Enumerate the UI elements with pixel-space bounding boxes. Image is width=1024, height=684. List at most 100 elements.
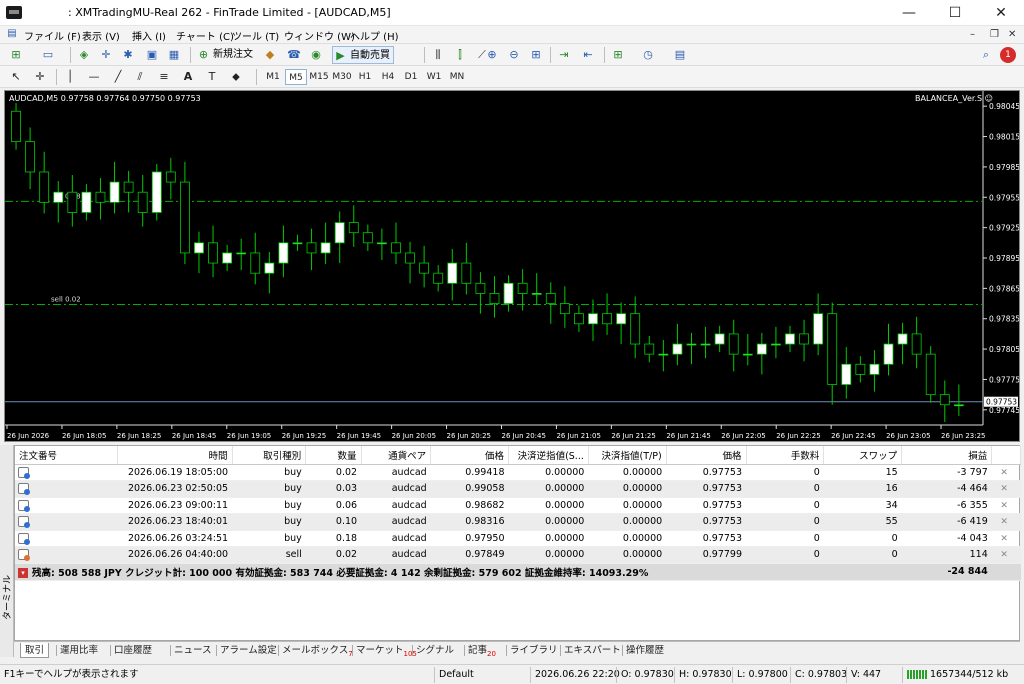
cursor-icon[interactable]: ↖: [8, 69, 24, 85]
mdi-close-button[interactable]: ✕: [1008, 29, 1016, 40]
templates-icon[interactable]: ▤: [672, 47, 688, 63]
col-header[interactable]: 価格: [430, 446, 509, 465]
auto-scroll-icon[interactable]: ⇥: [556, 47, 572, 63]
tab-7[interactable]: シグナル: [416, 643, 454, 658]
mdi-minimize-button[interactable]: –: [970, 29, 975, 40]
col-header[interactable]: 損益: [901, 446, 993, 465]
menu-window[interactable]: ウィンドウ (W): [284, 28, 355, 43]
table-row[interactable]: 2026.06.23 02:50:05 buy 0.03 audcad 0.99058 0…: [15, 480, 1021, 498]
market-watch-icon[interactable]: ◈: [76, 47, 92, 63]
col-header[interactable]: 手数料: [746, 446, 825, 465]
minimize-button[interactable]: —: [886, 0, 932, 26]
close-order-icon[interactable]: ✕: [1000, 468, 1008, 478]
search-icon[interactable]: ⌕: [978, 47, 994, 63]
vertical-line-icon[interactable]: │: [62, 69, 78, 85]
tab-3[interactable]: ニュース: [174, 643, 212, 658]
periods-icon[interactable]: ◷: [640, 47, 656, 63]
fibonacci-icon[interactable]: ≡: [156, 69, 172, 85]
text-tool-icon[interactable]: A: [180, 69, 196, 85]
timeframe-m15[interactable]: M15: [308, 69, 330, 85]
horizontal-line-icon[interactable]: —: [86, 69, 102, 85]
crosshair-icon[interactable]: ✛: [32, 69, 48, 85]
menu-chart[interactable]: チャート (C): [176, 28, 234, 43]
timeframe-h4[interactable]: H4: [377, 69, 399, 85]
col-header[interactable]: 時間: [117, 446, 233, 465]
col-header[interactable]: 決済指値(T/P): [588, 446, 667, 465]
timeframe-h1[interactable]: H1: [354, 69, 376, 85]
profiles-icon[interactable]: ▭: [40, 47, 56, 63]
menu-view[interactable]: 表示 (V): [82, 28, 120, 43]
tab-11[interactable]: 操作履歴: [626, 643, 664, 658]
table-row[interactable]: 2026.06.26 04:40:00 sell 0.02 audcad 0.97849…: [15, 546, 1021, 564]
col-header[interactable]: 決済逆指値(S...: [508, 446, 589, 465]
chart-shift-icon[interactable]: ⇤: [580, 47, 596, 63]
menu-insert[interactable]: 挿入 (I): [132, 28, 166, 43]
tab-0[interactable]: 取引: [20, 643, 50, 658]
tab-1[interactable]: 運用比率: [60, 643, 98, 658]
candlestick-icon[interactable]: ⫿: [452, 47, 468, 63]
metaeditor-icon[interactable]: ◆: [262, 47, 278, 63]
col-header[interactable]: 注文番号: [15, 446, 118, 465]
menu-help[interactable]: ヘルプ (H): [350, 28, 399, 43]
tester-icon[interactable]: ▦: [166, 47, 182, 63]
close-order-icon[interactable]: ✕: [1000, 550, 1008, 560]
price-chart[interactable]: 0.98045 0.98015 0.97985 0.97955 0.97925 0.978…: [5, 91, 1019, 441]
tab-10[interactable]: エキスパート: [564, 643, 621, 658]
timeframe-m1[interactable]: M1: [262, 69, 284, 85]
timeframe-mn[interactable]: MN: [446, 69, 468, 85]
bar-chart-icon[interactable]: ⫼: [430, 47, 446, 63]
close-order-icon[interactable]: ✕: [1000, 517, 1008, 527]
tab-2[interactable]: 口座履歴: [114, 643, 152, 658]
cell-swap: 15: [823, 464, 902, 481]
tile-windows-icon[interactable]: ⊞: [528, 47, 544, 63]
close-order-icon[interactable]: ✕: [1000, 534, 1008, 544]
timeframe-m30[interactable]: M30: [331, 69, 353, 85]
close-order-icon[interactable]: ✕: [1000, 501, 1008, 511]
signals-icon[interactable]: ☎: [286, 47, 302, 63]
label-tool-icon[interactable]: T: [204, 69, 220, 85]
table-row[interactable]: 2026.06.26 03:24:51 buy 0.18 audcad 0.97950 0…: [15, 530, 1021, 547]
chart-window-icon[interactable]: ▤: [4, 26, 20, 42]
data-window-icon[interactable]: ✛: [98, 47, 114, 63]
col-header[interactable]: 価格: [666, 446, 747, 465]
tab-separator: [278, 645, 279, 656]
timeframe-d1[interactable]: D1: [400, 69, 422, 85]
tab-5[interactable]: メールボックス7: [282, 643, 353, 658]
timeframe-m5[interactable]: M5: [285, 69, 307, 85]
terminal-icon[interactable]: ▣: [144, 47, 160, 63]
candle-body: [39, 171, 50, 203]
channel-icon[interactable]: ⫽: [132, 69, 148, 85]
mdi-restore-button[interactable]: ❐: [990, 29, 999, 40]
menu-tools[interactable]: ツール (T): [232, 28, 279, 43]
vps-icon[interactable]: ◉: [308, 47, 324, 63]
chart-window[interactable]: AUDCAD,M5 0.97758 0.97764 0.97750 0.9775…: [4, 90, 1020, 442]
close-button[interactable]: ✕: [978, 0, 1024, 26]
table-row[interactable]: 2026.06.23 09:00:11 buy 0.06 audcad 0.98682 0…: [15, 497, 1021, 514]
col-header[interactable]: 通貨ペア: [361, 446, 432, 465]
zoom-in-icon[interactable]: ⊕: [484, 47, 500, 63]
tab-8[interactable]: 記事20: [468, 643, 496, 658]
menu-file[interactable]: ファイル (F): [24, 28, 81, 43]
shapes-icon[interactable]: ⬥: [228, 69, 244, 85]
new-chart-icon[interactable]: ⊞: [8, 47, 24, 63]
close-order-icon[interactable]: ✕: [1000, 484, 1008, 494]
zoom-out-icon[interactable]: ⊖: [506, 47, 522, 63]
candle-body: [377, 242, 387, 245]
table-row[interactable]: 2026.06.19 18:05:00 buy 0.02 audcad 0.99418 0…: [15, 464, 1021, 481]
col-header[interactable]: 取引種別: [232, 446, 307, 465]
auto-trading-button[interactable]: ▶ 自動売買: [332, 46, 394, 64]
navigator-icon[interactable]: ✱: [120, 47, 136, 63]
new-order-button[interactable]: ⊕ 新規注文: [196, 46, 253, 64]
timeframe-w1[interactable]: W1: [423, 69, 445, 85]
tab-9[interactable]: ライブラリ: [510, 643, 558, 658]
col-header[interactable]: スワップ: [823, 446, 903, 465]
maximize-button[interactable]: ☐: [932, 0, 978, 26]
tab-6[interactable]: マーケット105: [356, 643, 417, 658]
time-tick-label: 26 Jun 18:05: [62, 432, 106, 440]
table-row[interactable]: 2026.06.23 18:40:01 buy 0.10 audcad 0.98316 0…: [15, 513, 1021, 531]
indicators-icon[interactable]: ⊞: [610, 47, 626, 63]
trendline-icon[interactable]: ╱: [110, 69, 126, 85]
col-header[interactable]: 数量: [305, 446, 362, 465]
notification-badge[interactable]: 1: [1000, 47, 1016, 63]
tab-4[interactable]: アラーム設定: [220, 643, 277, 658]
